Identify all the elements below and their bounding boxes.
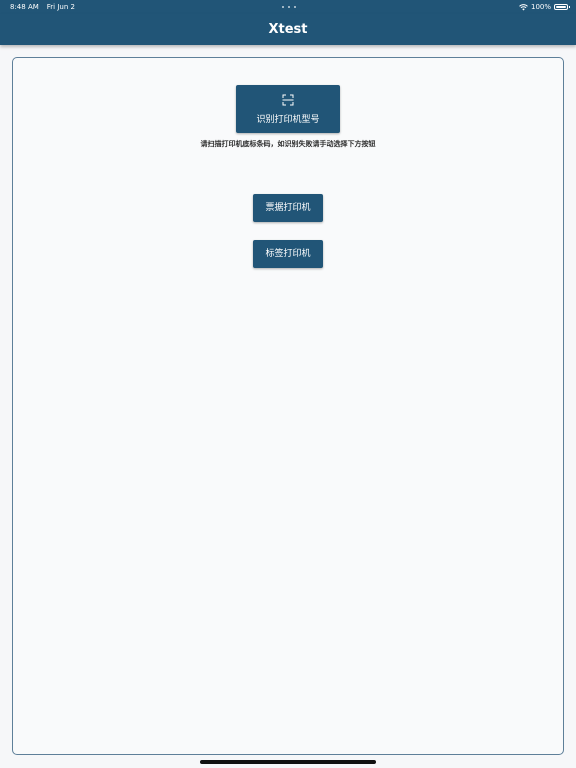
content-card xyxy=(12,57,564,755)
status-date: Fri Jun 2 xyxy=(46,3,75,11)
multitasking-dots-icon[interactable] xyxy=(282,6,296,9)
wifi-icon xyxy=(519,3,528,10)
label-printer-button[interactable]: 标签打印机 xyxy=(253,240,323,268)
status-bar: 8:48 AM Fri Jun 2 100% xyxy=(0,0,576,14)
scan-hint-text: 请扫描打印机底标条码，如识别失败请手动选择下方按钮 xyxy=(200,140,376,148)
page-title: Xtest xyxy=(268,22,308,37)
scan-icon xyxy=(282,94,294,106)
status-time-date: 8:48 AM Fri Jun 2 xyxy=(10,0,75,14)
status-indicators: 100% xyxy=(519,0,570,14)
status-time: 8:48 AM xyxy=(10,3,39,11)
battery-icon xyxy=(554,4,570,10)
battery-percent: 100% xyxy=(530,3,551,11)
scan-printer-model-button[interactable]: 识别打印机型号 xyxy=(236,85,340,133)
receipt-printer-button[interactable]: 票据打印机 xyxy=(253,194,323,222)
home-indicator[interactable] xyxy=(200,760,376,764)
app-bar: Xtest xyxy=(0,14,576,45)
scan-button-label: 识别打印机型号 xyxy=(256,115,320,125)
